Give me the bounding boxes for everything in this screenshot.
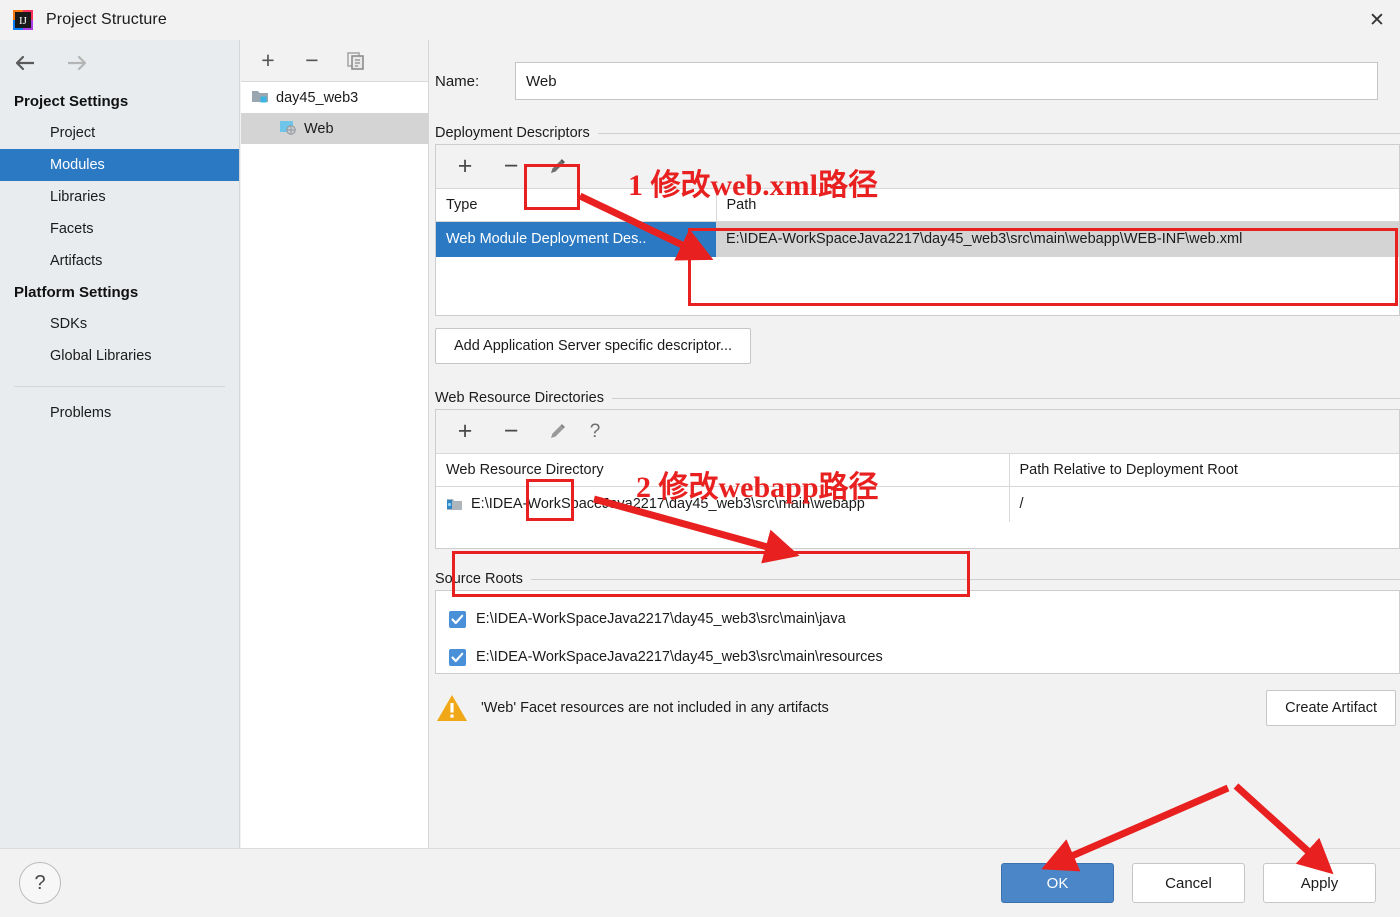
- web-resource-relative-path-cell: /: [1008, 486, 1399, 522]
- table-row[interactable]: E:\IDEA-WorkSpaceJava2217\day45_web3\src…: [436, 486, 1399, 522]
- source-roots-panel: E:\IDEA-WorkSpaceJava2217\day45_web3\src…: [435, 590, 1400, 674]
- web-resource-directories-panel: + − ? Web Resource Directory Path Relati…: [435, 409, 1400, 549]
- group-title-text: Web Resource Directories: [435, 390, 604, 406]
- facet-warning-text: 'Web' Facet resources are not included i…: [481, 700, 829, 716]
- sidebar-item-artifacts[interactable]: Artifacts: [0, 245, 239, 277]
- name-input[interactable]: [515, 62, 1378, 100]
- cancel-button[interactable]: Cancel: [1132, 863, 1245, 903]
- window-title: Project Structure: [46, 11, 167, 28]
- name-label: Name:: [435, 72, 480, 90]
- remove-web-resource-button[interactable]: −: [498, 417, 524, 445]
- svg-text:IJ: IJ: [19, 15, 28, 27]
- tree-node-label: Web: [304, 120, 334, 137]
- source-roots-title: Source Roots: [435, 571, 1400, 587]
- tree-node-day45_web3[interactable]: day45_web3: [241, 82, 428, 113]
- source-root-path: E:\IDEA-WorkSpaceJava2217\day45_web3\src…: [476, 649, 883, 665]
- ok-button[interactable]: OK: [1001, 863, 1114, 903]
- warning-triangle-icon: [435, 693, 469, 723]
- deployment-descriptors-table: Type Path Web Module Deployment Des.. E:…: [436, 189, 1399, 257]
- column-header-web-resource-directory: Web Resource Directory: [436, 454, 1009, 487]
- web-resource-directory-text: E:\IDEA-WorkSpaceJava2217\day45_web3\src…: [471, 496, 865, 513]
- help-button[interactable]: ?: [19, 862, 61, 904]
- web-facet-icon: [279, 119, 297, 139]
- facet-warning-row: 'Web' Facet resources are not included i…: [435, 690, 1400, 726]
- add-descriptor-button[interactable]: +: [452, 152, 478, 180]
- sidebar-section-project-settings: Project Settings: [14, 93, 129, 110]
- web-resource-directories-title: Web Resource Directories: [435, 390, 1400, 406]
- source-root-checkbox[interactable]: [449, 610, 466, 628]
- group-title-rule: [611, 397, 1400, 399]
- pencil-edit-icon[interactable]: [544, 419, 570, 445]
- close-icon[interactable]: ✕: [1354, 0, 1400, 40]
- copy-icon[interactable]: [345, 50, 367, 72]
- deployment-descriptors-title: Deployment Descriptors: [435, 125, 1400, 141]
- project-structure-dialog: IJ Project Structure ✕ Project Settings …: [0, 0, 1400, 917]
- table-header-row: Type Path: [436, 189, 1399, 222]
- add-module-button[interactable]: +: [257, 47, 279, 73]
- web-resource-directory-cell: E:\IDEA-WorkSpaceJava2217\day45_web3\src…: [436, 486, 1009, 522]
- sidebar-item-problems[interactable]: Problems: [0, 397, 239, 429]
- apply-button[interactable]: Apply: [1263, 863, 1376, 903]
- source-root-checkbox[interactable]: [449, 648, 466, 666]
- web-resource-directories-group: Web Resource Directories + − ? Web Resou…: [435, 390, 1400, 549]
- tree-node-label: day45_web3: [276, 89, 359, 106]
- sidebar-item-sdks[interactable]: SDKs: [0, 308, 239, 340]
- sidebar-item-project[interactable]: Project: [0, 117, 239, 149]
- intellij-idea-logo-icon: IJ: [12, 9, 34, 31]
- deployment-descriptors-panel: + − Type Path Web Module Deployment Des.…: [435, 144, 1400, 316]
- deployment-descriptors-toolbar: + −: [436, 145, 1399, 189]
- facet-settings-panel: Name: Deployment Descriptors + −: [430, 40, 1400, 848]
- tree-node-web[interactable]: Web: [241, 113, 428, 144]
- deployment-descriptors-group: Deployment Descriptors + − Type Path Web…: [435, 125, 1400, 364]
- column-header-path: Path: [715, 189, 1399, 222]
- name-row: Name:: [435, 62, 1378, 100]
- web-resource-directories-table: Web Resource Directory Path Relative to …: [436, 454, 1399, 522]
- sidebar-item-modules[interactable]: Modules: [0, 149, 239, 181]
- sidebar-section-platform-settings: Platform Settings: [14, 284, 139, 301]
- arrow-right-icon[interactable]: [64, 53, 92, 73]
- source-roots-group: Source Roots E:\IDEA-WorkSpaceJava2217\d…: [435, 571, 1400, 674]
- add-web-resource-button[interactable]: +: [452, 417, 478, 445]
- group-title-text: Deployment Descriptors: [435, 125, 590, 141]
- column-header-type: Type: [436, 189, 716, 222]
- sidebar-item-global-libraries[interactable]: Global Libraries: [0, 340, 239, 372]
- web-resource-help-icon[interactable]: ?: [582, 419, 608, 445]
- create-artifact-button[interactable]: Create Artifact: [1266, 690, 1396, 726]
- table-header-row: Web Resource Directory Path Relative to …: [436, 454, 1399, 487]
- sidebar-item-facets[interactable]: Facets: [0, 213, 239, 245]
- dialog-footer: ? OK Cancel Apply: [0, 848, 1400, 917]
- title-bar: IJ Project Structure ✕: [0, 0, 1400, 40]
- group-title-rule: [530, 578, 1400, 580]
- table-row[interactable]: Web Module Deployment Des.. E:\IDEA-Work…: [436, 221, 1399, 257]
- folder-resource-icon: [446, 496, 463, 512]
- source-root-path: E:\IDEA-WorkSpaceJava2217\day45_web3\src…: [476, 611, 846, 627]
- group-title-rule: [597, 132, 1400, 134]
- remove-module-button[interactable]: −: [301, 47, 323, 73]
- group-title-text: Source Roots: [435, 571, 523, 587]
- descriptor-path-cell: E:\IDEA-WorkSpaceJava2217\day45_web3\src…: [716, 221, 1399, 257]
- list-item[interactable]: E:\IDEA-WorkSpaceJava2217\day45_web3\src…: [436, 600, 1399, 638]
- module-tree-panel: + − day45_web3 Web: [241, 40, 429, 848]
- add-app-server-descriptor-button[interactable]: Add Application Server specific descript…: [435, 328, 752, 364]
- arrow-left-icon[interactable]: [14, 53, 42, 73]
- settings-sidebar: Project Settings Project Modules Librari…: [0, 40, 240, 848]
- web-resource-directories-toolbar: + − ?: [436, 410, 1399, 454]
- sidebar-divider: [14, 386, 225, 387]
- sidebar-item-libraries[interactable]: Libraries: [0, 181, 239, 213]
- dialog-button-set: OK Cancel Apply: [1001, 863, 1376, 903]
- list-item[interactable]: E:\IDEA-WorkSpaceJava2217\day45_web3\src…: [436, 638, 1399, 676]
- remove-descriptor-button[interactable]: −: [498, 152, 524, 180]
- column-header-relative-path: Path Relative to Deployment Root: [1008, 454, 1399, 487]
- module-folder-icon: [251, 88, 269, 108]
- navigation-arrows: [0, 40, 239, 86]
- pencil-edit-icon[interactable]: [544, 154, 570, 180]
- descriptor-type-cell: Web Module Deployment Des..: [436, 221, 716, 257]
- module-tree-toolbar: + −: [241, 40, 428, 82]
